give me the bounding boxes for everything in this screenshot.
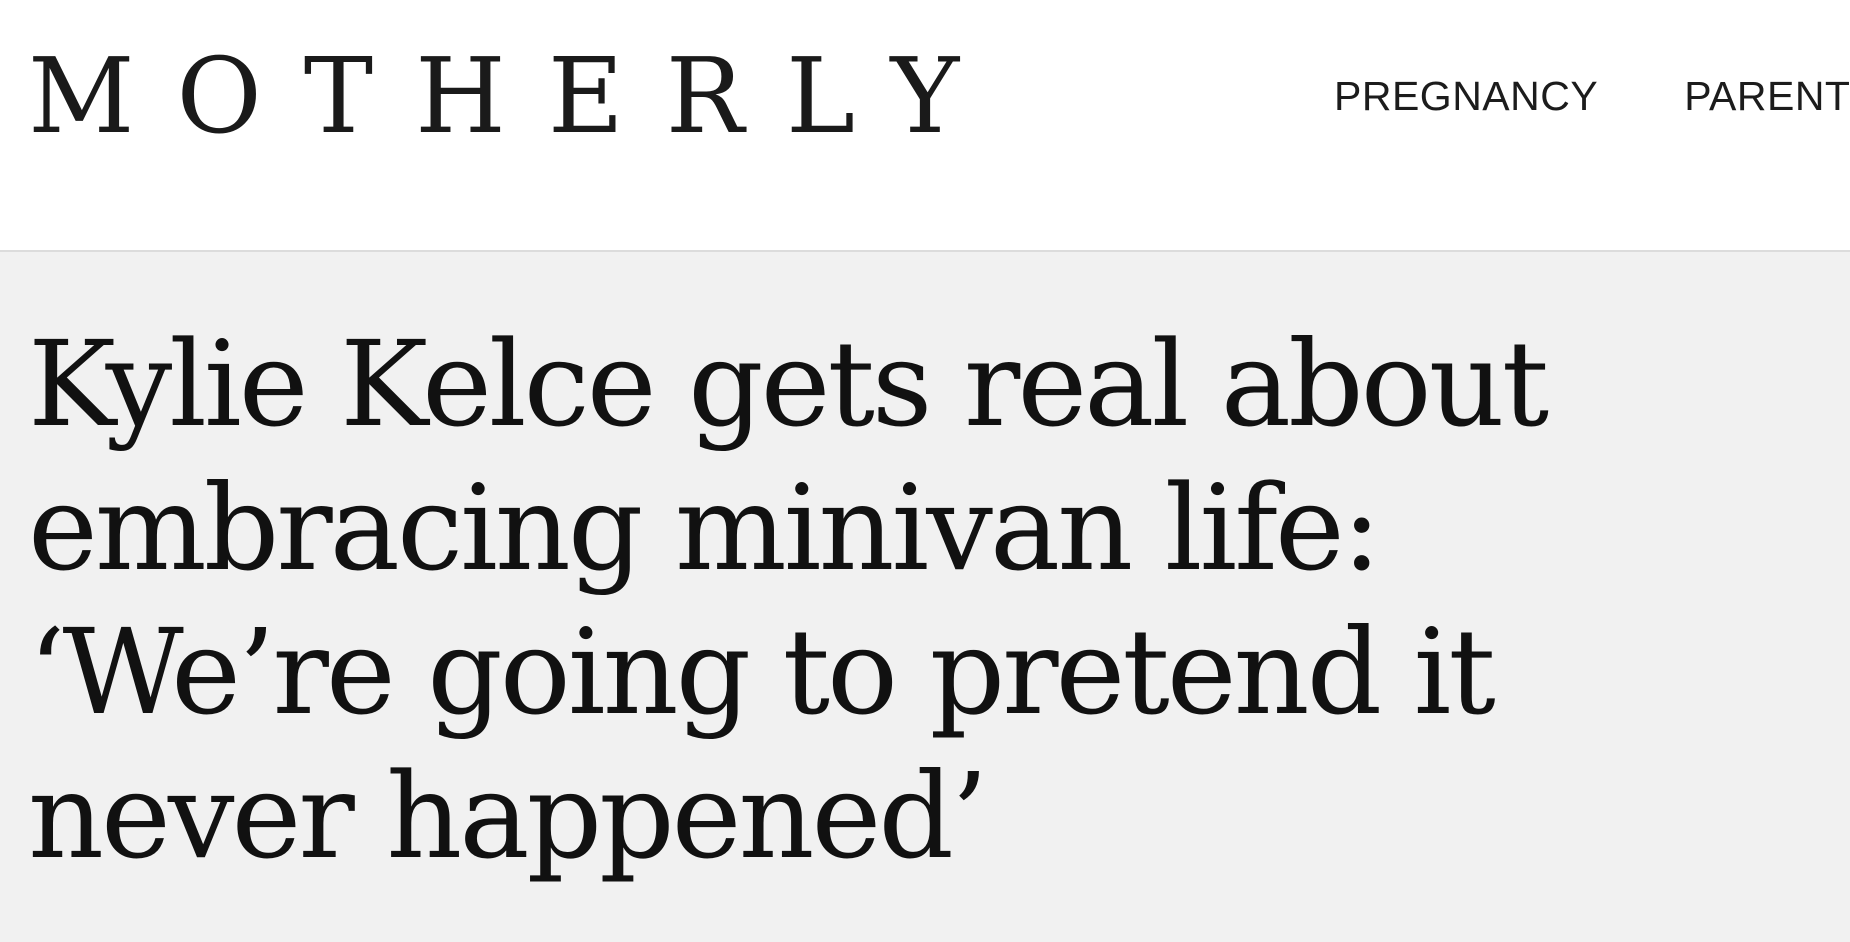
article-header: Kylie Kelce gets real about embracing mi… xyxy=(0,252,1850,942)
main-nav: PREGNANCY PARENT xyxy=(1334,66,1850,126)
site-logo[interactable]: MOTHERLY xyxy=(28,36,1001,156)
site-header: MOTHERLY PREGNANCY PARENT xyxy=(0,0,1850,252)
article-headline: Kylie Kelce gets real about embracing mi… xyxy=(28,315,1549,885)
nav-item-parenting[interactable]: PARENT xyxy=(1684,73,1850,120)
page: MOTHERLY PREGNANCY PARENT Kylie Kelce ge… xyxy=(0,0,1850,942)
nav-item-pregnancy[interactable]: PREGNANCY xyxy=(1334,73,1598,120)
